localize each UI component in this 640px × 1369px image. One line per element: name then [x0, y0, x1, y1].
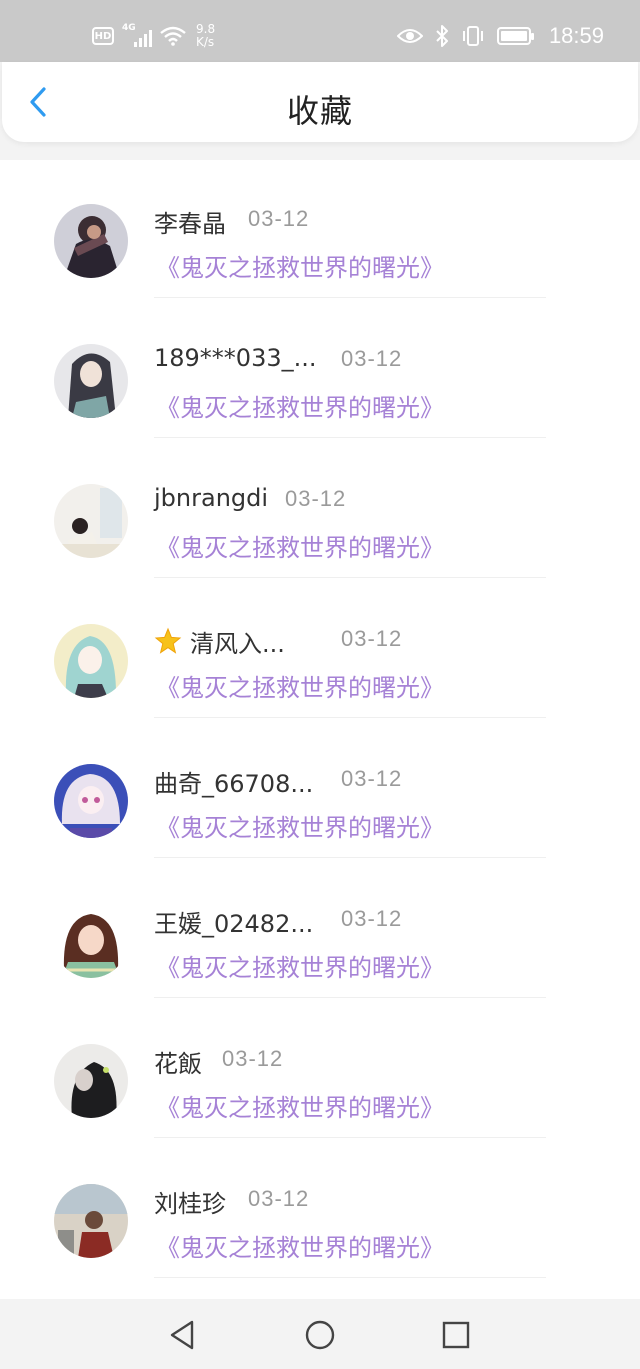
- user-name: 花飯: [154, 1050, 202, 1078]
- divider: [154, 997, 546, 998]
- work-title-link[interactable]: 《鬼灭之拯救世界的曙光》: [156, 1088, 444, 1123]
- bluetooth-icon: [436, 25, 448, 47]
- signal-icon: 4G: [122, 23, 152, 47]
- status-bar: HD 4G 9.8 K/s 18:59: [0, 0, 640, 62]
- nav-recents-button[interactable]: [436, 1315, 476, 1355]
- divider: [154, 437, 546, 438]
- vibrate-icon: [462, 26, 483, 46]
- favorite-date: 03-12: [248, 1186, 310, 1211]
- divider: [154, 857, 546, 858]
- status-right: 18:59: [396, 18, 604, 54]
- work-title-link[interactable]: 《鬼灭之拯救世界的曙光》: [156, 1228, 444, 1263]
- user-name: 王媛_02482...: [154, 910, 314, 938]
- list-item[interactable]: 清风入... 03-12 《鬼灭之拯救世界的曙光》: [0, 580, 640, 720]
- favorite-date: 03-12: [285, 486, 347, 511]
- divider: [154, 717, 546, 718]
- system-nav-bar: [0, 1299, 640, 1369]
- square-recents-icon: [442, 1321, 470, 1349]
- user-name: 清风入...: [154, 624, 285, 659]
- circle-home-icon: [305, 1320, 335, 1350]
- work-title-link[interactable]: 《鬼灭之拯救世界的曙光》: [156, 668, 444, 703]
- work-title-link[interactable]: 《鬼灭之拯救世界的曙光》: [156, 808, 444, 843]
- network-speed: 9.8 K/s: [196, 23, 215, 49]
- favorites-list: 李春晶 03-12 《鬼灭之拯救世界的曙光》 189***033_... 03-…: [0, 160, 640, 1299]
- divider: [154, 1277, 546, 1278]
- user-name-text: 清风入...: [190, 630, 285, 658]
- list-item[interactable]: 花飯 03-12 《鬼灭之拯救世界的曙光》: [0, 1000, 640, 1140]
- eye-icon: [396, 29, 423, 43]
- work-title-link[interactable]: 《鬼灭之拯救世界的曙光》: [156, 528, 444, 563]
- list-item[interactable]: 李春晶 03-12 《鬼灭之拯救世界的曙光》: [0, 160, 640, 300]
- user-name: 189***033_...: [154, 344, 317, 372]
- user-name: 刘桂珍: [154, 1190, 226, 1218]
- favorite-date: 03-12: [248, 206, 310, 231]
- status-left: HD 4G 9.8 K/s: [92, 18, 215, 54]
- divider: [154, 297, 546, 298]
- favorite-date: 03-12: [222, 1046, 284, 1071]
- speed-unit: K/s: [196, 35, 215, 49]
- avatar[interactable]: [54, 1044, 128, 1118]
- work-title-link[interactable]: 《鬼灭之拯救世界的曙光》: [156, 388, 444, 423]
- divider: [154, 1137, 546, 1138]
- hd-badge: HD: [92, 27, 114, 45]
- work-title-link[interactable]: 《鬼灭之拯救世界的曙光》: [156, 948, 444, 983]
- list-item[interactable]: 刘桂珍 03-12 《鬼灭之拯救世界的曙光》: [0, 1140, 640, 1280]
- divider: [154, 577, 546, 578]
- page-title: 收藏: [286, 92, 353, 130]
- triangle-back-icon: [170, 1320, 194, 1350]
- favorite-date: 03-12: [341, 766, 403, 791]
- list-item[interactable]: 189***033_... 03-12 《鬼灭之拯救世界的曙光》: [0, 300, 640, 440]
- user-name: jbnrangdi: [154, 484, 269, 512]
- favorite-date: 03-12: [341, 626, 403, 651]
- user-name: 李春晶: [154, 210, 226, 238]
- avatar[interactable]: [54, 764, 128, 838]
- nav-back-button[interactable]: [162, 1315, 202, 1355]
- avatar[interactable]: [54, 344, 128, 418]
- avatar[interactable]: [54, 204, 128, 278]
- nav-home-button[interactable]: [300, 1315, 340, 1355]
- list-item[interactable]: 曲奇_66708... 03-12 《鬼灭之拯救世界的曙光》: [0, 720, 640, 860]
- list-item[interactable]: jbnrangdi 03-12 《鬼灭之拯救世界的曙光》: [0, 440, 640, 580]
- avatar[interactable]: [54, 1184, 128, 1258]
- avatar[interactable]: [54, 484, 128, 558]
- battery-icon: [496, 27, 534, 45]
- user-name: 曲奇_66708...: [154, 770, 314, 798]
- list-item[interactable]: 王媛_02482... 03-12 《鬼灭之拯救世界的曙光》: [0, 860, 640, 1000]
- avatar[interactable]: [54, 624, 128, 698]
- wifi-icon: [160, 26, 186, 46]
- star-icon: [154, 627, 182, 654]
- app-header: 收藏: [2, 62, 638, 142]
- favorite-date: 03-12: [341, 906, 403, 931]
- favorite-date: 03-12: [341, 346, 403, 371]
- work-title-link[interactable]: 《鬼灭之拯救世界的曙光》: [156, 248, 444, 283]
- avatar[interactable]: [54, 904, 128, 978]
- clock: 18:59: [548, 23, 604, 48]
